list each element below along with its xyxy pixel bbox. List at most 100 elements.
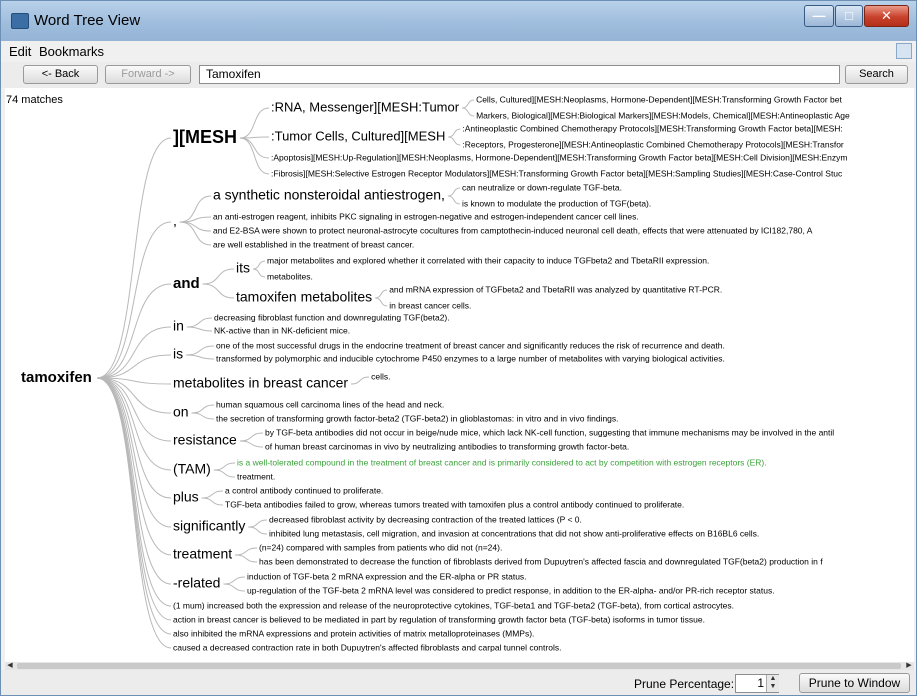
maximize-button[interactable]: □ [835,5,863,27]
minimize-button[interactable]: — [804,5,834,27]
word-tree-canvas[interactable]: 74 matches tamoxifen ][MESH :RNA, Messenger… [5,88,914,662]
tree-leaf[interactable]: is known to modulate the production of T… [462,198,651,208]
tree-leaf[interactable]: by TGF-beta antibodies did not occur in … [265,427,834,437]
menu-edit[interactable]: Edit [9,44,31,59]
tree-node[interactable]: its [236,260,250,276]
tree-leaf[interactable]: up-regulation of the TGF-beta 2 mRNA lev… [247,585,775,595]
tree-branch [462,107,475,117]
tree-leaf[interactable]: inhibited lung metastasis, cell migratio… [269,528,759,538]
tree-node[interactable]: also inhibited the mRNA expressions and … [173,628,534,638]
tree-branch [223,583,246,592]
tree-leaf[interactable]: (n=24) compared with samples from patien… [259,542,502,552]
tree-node[interactable]: treatment [173,546,232,562]
tree-leaf[interactable]: :Receptors, Progesterone][MESH:Antineopl… [462,139,844,149]
tree-node[interactable]: action in breast cancer is believed to b… [173,614,705,624]
tree-node[interactable]: and E2-BSA were shown to protect neurona… [213,225,813,235]
toolbar: <- Back Forward -> Tamoxifen Search [1,62,916,88]
tool-icon[interactable] [896,43,912,59]
tree-node[interactable]: resistance [173,432,237,448]
tree-leaf[interactable]: Markers, Biological][MESH:Biological Mar… [476,110,850,120]
tree-branch [252,260,266,270]
tree-branch [239,432,264,442]
status-bar: Prune Percentage: 1 ▲ ▼ Prune to Window [1,670,916,695]
tree-node[interactable]: and [173,275,200,292]
tree-leaf[interactable]: TGF-beta antibodies failed to grow, wher… [225,499,684,509]
tree-leaf[interactable]: metabolites. [267,271,313,281]
tree-node[interactable]: significantly [173,518,245,534]
close-button[interactable]: ✕ [864,5,909,27]
tree-branch [375,297,388,307]
tree-leaf[interactable]: the secretion of transforming growth fac… [216,413,619,423]
tree-leaf[interactable]: decreasing fibroblast function and downr… [214,312,450,322]
tree-leaf[interactable]: can neutralize or down-regulate TGF-beta… [462,182,622,192]
tree-node[interactable]: , [173,213,177,229]
tree-node[interactable]: tamoxifen metabolites [236,289,372,305]
tree-node[interactable]: (1 mum) increased both the expression an… [173,600,734,610]
tree-node[interactable]: -related [173,575,220,591]
tree-branch [239,137,270,175]
tree-leaf[interactable]: NK-active than in NK-deficient mice. [214,325,350,335]
tree-leaf[interactable]: one of the most successful drugs in the … [216,340,725,350]
menu-bookmarks[interactable]: Bookmarks [39,44,104,59]
tree-root-word[interactable]: tamoxifen [21,369,92,386]
tree-leaf[interactable]: has been demonstrated to decrease the fu… [259,556,823,566]
tree-leaf[interactable]: is a well-tolerated compound in the trea… [237,457,767,467]
tree-node[interactable]: (TAM) [173,461,211,477]
tree-branch [235,547,258,556]
tree-branch [248,526,268,535]
scroll-left-icon[interactable]: ◀ [5,662,15,670]
forward-button[interactable]: Forward -> [105,65,191,84]
tree-node[interactable]: :Tumor Cells, Cultured][MESH [271,128,445,143]
tree-leaf[interactable]: cells. [371,371,390,381]
tree-node[interactable]: in [173,318,184,334]
tree-node[interactable]: a synthetic nonsteroidal antiestrogen, [213,187,445,203]
tree-node[interactable]: are well established in the treatment of… [213,239,414,249]
tree-branch [179,221,212,246]
tree-leaf[interactable]: transformed by polymorphic and inducible… [216,353,725,363]
tree-node[interactable]: on [173,404,189,420]
tree-node[interactable]: metabolites in breast cancer [173,375,348,391]
tree-leaf[interactable]: and mRNA expression of TGFbeta2 and Tbet… [389,284,722,294]
search-button[interactable]: Search [845,65,908,84]
tree-node[interactable]: is [173,346,183,362]
horizontal-scrollbar[interactable]: ◀ ▶ [5,662,914,670]
tree-leaf[interactable]: Cells, Cultured][MESH:Neoplasms, Hormone… [476,94,842,104]
tree-node[interactable]: plus [173,489,199,505]
tree-branch [213,462,236,471]
tree-node[interactable]: an anti-estrogen reagent, inhibits PKC s… [213,211,639,221]
tree-branch [96,377,172,471]
tree-leaf[interactable]: of human breast carcinomas in vivo by ne… [265,441,629,451]
tree-leaf[interactable]: treatment. [237,471,275,481]
tree-leaf[interactable]: decreased fibroblast activity by decreas… [269,514,582,524]
prune-to-window-button[interactable]: Prune to Window [799,673,910,693]
tree-node[interactable]: ][MESH [173,127,237,147]
tree-branch [96,377,172,635]
tree-leaf[interactable]: major metabolites and explored whether i… [267,255,709,265]
prune-percentage-label: Prune Percentage: [634,677,735,691]
match-count-label[interactable]: 74 matches [6,94,63,106]
scrollbar-thumb[interactable] [17,663,901,669]
back-button[interactable]: <- Back [23,65,98,84]
tree-branch [248,519,268,528]
window-title: Word Tree View [34,12,141,29]
tree-branch [239,440,264,448]
spinner-arrows-icon[interactable]: ▲ ▼ [766,675,779,692]
tree-branch [351,376,370,385]
tree-branch [179,221,212,232]
scroll-right-icon[interactable]: ▶ [904,662,914,670]
tree-branch [252,268,266,278]
tree-leaf[interactable]: a control antibody continued to prolifer… [225,485,383,495]
tree-branch [223,576,246,585]
tree-node[interactable]: caused a decreased contraction rate in b… [173,642,561,652]
title-bar: Word Tree View — □ ✕ [1,1,916,41]
tree-node[interactable]: :Apoptosis][MESH:Up-Regulation][MESH:Neo… [271,152,847,162]
tree-branch [96,377,172,442]
tree-branch [96,377,172,649]
tree-leaf[interactable]: human squamous cell carcinoma lines of t… [216,399,444,409]
tree-node[interactable]: :RNA, Messenger][MESH:Tumor [271,99,460,114]
tree-leaf[interactable]: induction of TGF-beta 2 mRNA expression … [247,571,527,581]
tree-node[interactable]: :Fibrosis][MESH:Selective Estrogen Recep… [271,168,843,178]
tree-leaf[interactable]: :Antineoplastic Combined Chemotherapy Pr… [462,123,842,133]
search-input[interactable]: Tamoxifen [199,65,840,84]
tree-leaf[interactable]: in breast cancer cells. [389,300,471,310]
